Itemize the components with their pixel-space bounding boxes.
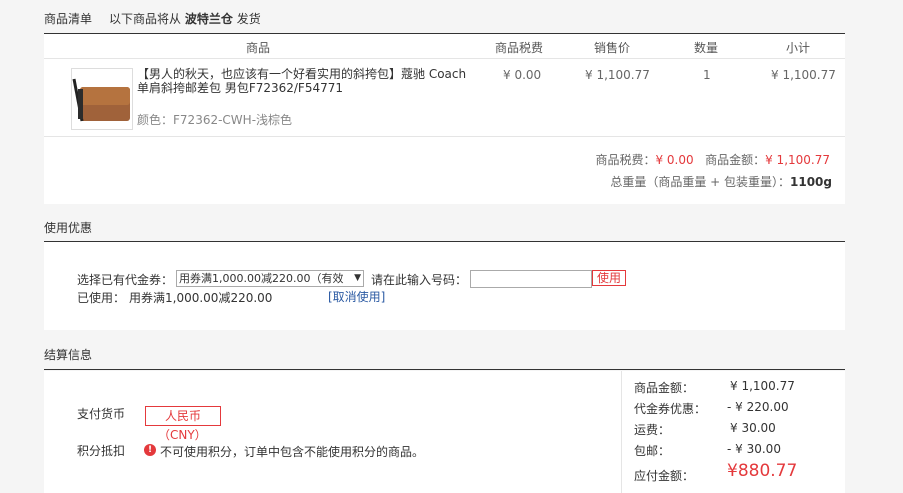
checkout-line-value: ¥ 1,100.77 [730, 379, 795, 393]
header-separator [44, 58, 845, 59]
col-tax: 商品税费 [495, 41, 544, 55]
product-color: 颜色：F72362-CWH-浅棕色 [137, 111, 292, 128]
coupon-used-label: 已使用： [77, 291, 126, 305]
checkout-header-line [44, 369, 845, 370]
currency-label: 支付货币 [77, 407, 126, 421]
coupon-input-label: 请在此输入号码： [371, 273, 468, 287]
goods-header-line [44, 33, 845, 34]
checkout-line-value: - ¥ 30.00 [727, 442, 781, 456]
weight-value: 1100g [790, 175, 832, 189]
currency-code: （CNY） [158, 428, 207, 442]
item-tax: ¥ 0.00 [503, 68, 542, 82]
coupon-select[interactable]: 用券满1,000.00减220.00（有效 ▼ [176, 270, 364, 287]
points-label: 积分抵扣 [77, 444, 126, 458]
color-label: 颜色： [137, 113, 174, 127]
weight-summary: 总重量（商品重量 + 包装重量）：1100g [560, 173, 832, 190]
checkout-line-label: 商品金额： [634, 381, 695, 395]
coupon-select-value: 用券满1,000.00减220.00（有效 [179, 272, 344, 285]
section-title-goods: 商品清单 [44, 12, 93, 26]
use-coupon-button[interactable]: 使用 [592, 270, 626, 286]
ship-prefix: 以下商品将从 [109, 12, 182, 26]
section-title-checkout: 结算信息 [44, 348, 93, 362]
points-warning: 不可使用积分，订单中包含不能使用积分的商品。 [160, 445, 425, 459]
section-title-coupon: 使用优惠 [44, 221, 93, 235]
coupon-header-line [44, 241, 845, 242]
checkout-line-label: 运费： [634, 423, 671, 437]
warehouse-name: 波特兰仓 [184, 12, 233, 26]
coupon-code-input[interactable] [470, 270, 592, 288]
checkout-line-value: ¥ 30.00 [730, 421, 776, 435]
payable-label: 应付金额： [634, 469, 695, 483]
goods-summary: 商品税费：¥ 0.00 商品金额：¥ 1,100.77 [560, 151, 830, 168]
summary-tax-value: ¥ 0.00 [655, 153, 694, 167]
coupon-used-value: 用券满1,000.00减220.00 [129, 291, 273, 305]
col-qty: 数量 [694, 41, 719, 55]
checkout-line-value: - ¥ 220.00 [727, 400, 789, 414]
row-separator [44, 136, 845, 137]
col-subtotal: 小计 [786, 41, 811, 55]
cancel-coupon-link[interactable]: [取消使用] [328, 288, 385, 305]
shipping-info: 以下商品将从 波特兰仓 发货 [109, 10, 261, 27]
product-title-line2: 单肩斜挎邮差包 男包F72362/F54771 [137, 81, 344, 95]
summary-tax-label: 商品税费： [595, 153, 656, 167]
item-price: ¥ 1,100.77 [585, 68, 650, 82]
weight-label: 总重量（商品重量 + 包装重量）： [610, 175, 790, 189]
product-title[interactable]: 【男人的秋天，也应该有一个好看实用的斜挎包】蔻驰 Coach 单肩斜挎邮差包 男… [137, 67, 477, 95]
summary-amount-label: 商品金额： [705, 153, 766, 167]
product-title-line1: 【男人的秋天，也应该有一个好看实用的斜挎包】蔻驰 Coach [137, 67, 467, 81]
product-image[interactable] [71, 68, 133, 130]
col-goods: 商品 [246, 41, 271, 55]
payable-value: ¥880.77 [727, 461, 798, 481]
checkout-line-label: 包邮： [634, 444, 671, 458]
warning-icon: ! [144, 444, 156, 456]
item-qty: 1 [703, 68, 711, 82]
col-price: 销售价 [594, 41, 631, 55]
checkout-line-label: 代金券优惠： [634, 402, 707, 416]
item-subtotal: ¥ 1,100.77 [771, 68, 836, 82]
checkout-divider [621, 371, 622, 493]
dropdown-arrow-icon: ▼ [354, 273, 361, 283]
ship-suffix: 发货 [236, 12, 261, 26]
summary-amount-value: ¥ 1,100.77 [765, 153, 830, 167]
coupon-select-label: 选择已有代金券： [77, 273, 174, 287]
color-value: F72362-CWH-浅棕色 [173, 113, 293, 127]
currency-option-cny[interactable]: 人民币 [145, 406, 221, 426]
